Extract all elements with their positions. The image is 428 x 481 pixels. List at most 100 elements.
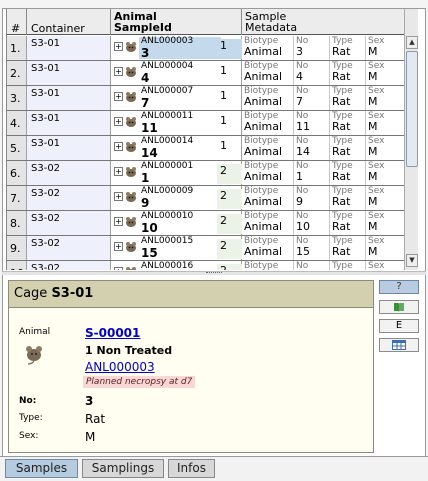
meta-no-value: 10 — [296, 220, 310, 233]
help-button[interactable]: ? — [379, 280, 419, 294]
table-view-button[interactable] — [379, 338, 419, 352]
tab-infos[interactable]: Infos — [168, 459, 215, 478]
row-number: 10. — [7, 261, 28, 270]
expand-icon[interactable]: + — [114, 217, 123, 226]
metadata-cell[interactable]: Biotype Animal No 7 Type Rat Sex M — [242, 86, 404, 110]
animal-cell[interactable]: + ANL000011 11 1 — [111, 111, 242, 135]
meta-no: No 15 — [294, 236, 330, 260]
table-row[interactable]: 5. S3-01 + ANL000014 14 1 Biotype Animal No 14 Typ… — [7, 136, 404, 161]
splitter-handle[interactable] — [2, 271, 426, 275]
metadata-cell[interactable]: Biotype Animal No 14 Type Rat Sex M — [242, 136, 404, 160]
study-link[interactable]: S-00001 — [85, 326, 140, 340]
book-button[interactable] — [379, 300, 419, 314]
table-row[interactable]: 4. S3-01 + ANL000011 11 1 Biotype Animal No 11 Typ… — [7, 111, 404, 136]
animal-cell[interactable]: + ANL000001 1 2 — [111, 161, 242, 185]
tab-samples[interactable]: Samples — [5, 459, 78, 478]
animal-number: 15 — [141, 246, 158, 260]
container-cell[interactable]: S3-02 — [27, 236, 111, 260]
expand-icon[interactable]: + — [114, 67, 123, 76]
meta-sex: SexM — [366, 211, 404, 235]
animal-cell[interactable]: + ANL000010 10 2 — [111, 211, 242, 235]
meta-biotype: BiotypeAnimal — [242, 61, 294, 85]
edit-button[interactable]: E — [379, 319, 419, 333]
sample-count: 2 — [217, 189, 242, 209]
container-cell[interactable]: S3-01 — [27, 136, 111, 160]
scroll-down-icon[interactable]: ▼ — [406, 254, 418, 267]
container-cell[interactable]: S3-02 — [27, 161, 111, 185]
expand-icon[interactable]: + — [114, 92, 123, 101]
table-row[interactable]: 7. S3-02 + ANL000009 9 2 Biotype Animal No 9 Type R… — [7, 186, 404, 211]
animal-cell[interactable]: +ANL000016162 — [111, 261, 242, 270]
metadata-cell[interactable]: Biotype Animal No 15 Type Rat Sex M — [242, 236, 404, 260]
meta-type: TypeRat — [330, 86, 366, 110]
sample-count: 1 — [220, 114, 227, 127]
expand-icon[interactable]: + — [114, 117, 123, 126]
animal-cell[interactable]: + ANL000015 15 2 — [111, 236, 242, 260]
table-row[interactable]: 9. S3-02 + ANL000015 15 2 Biotype Animal No 15 Typ… — [7, 236, 404, 261]
meta-sex: SexM — [366, 86, 404, 110]
vertical-scrollbar[interactable]: ▲ ▼ — [404, 9, 418, 270]
metadata-cell[interactable]: Biotype Animal No 10 Type Rat Sex M — [242, 211, 404, 235]
metadata-cell[interactable]: BiotypeAnimalNo16TypeRatSexM — [242, 261, 404, 270]
metadata-cell[interactable]: Biotype Animal No 4 Type Rat Sex M — [242, 61, 404, 85]
animal-cell[interactable]: + ANL000009 9 2 — [111, 186, 242, 210]
meta-biotype-value: Animal — [244, 195, 283, 208]
table-row[interactable]: 1. S3-01 + ANL000003 3 1 Biotype Animal No 3 Type R… — [7, 36, 404, 61]
animal-cell[interactable]: + ANL000004 4 1 — [111, 61, 242, 85]
header-animal[interactable]: Animal SampleId — [111, 9, 242, 35]
container-cell[interactable]: S3-01 — [27, 86, 111, 110]
animal-cell[interactable]: + ANL000003 3 1 — [111, 36, 242, 60]
meta-biotype-value: Animal — [244, 145, 283, 158]
rat-icon — [126, 217, 136, 227]
rat-icon — [126, 92, 136, 102]
header-num[interactable]: # — [7, 9, 27, 35]
meta-type: TypeRat — [330, 261, 366, 270]
tab-samplings[interactable]: Samplings — [82, 459, 164, 478]
detail-body: Animal S-00001 1 Non Treated ANL000003 P… — [9, 309, 373, 452]
meta-biotype-label: Biotype — [244, 261, 279, 270]
container-cell[interactable]: S3-01 — [27, 36, 111, 60]
sample-count: 1 — [220, 64, 227, 77]
animal-id: ANL000009 — [141, 186, 194, 196]
expand-icon[interactable]: + — [114, 192, 123, 201]
meta-type: TypeRat — [330, 211, 366, 235]
expand-icon[interactable]: + — [114, 42, 123, 51]
container-cell[interactable]: S3-01 — [27, 61, 111, 85]
animal-cell[interactable]: + ANL000007 7 1 — [111, 86, 242, 110]
sample-count: 2 — [217, 214, 242, 234]
scroll-thumb[interactable] — [406, 51, 418, 167]
animal-cell[interactable]: + ANL000014 14 1 — [111, 136, 242, 160]
table-row[interactable]: 8. S3-02 + ANL000010 10 2 Biotype Animal No 10 Typ… — [7, 211, 404, 236]
meta-no: No 1 — [294, 161, 330, 185]
meta-biotype: BiotypeAnimal — [242, 186, 294, 210]
meta-biotype-value: Animal — [244, 70, 283, 83]
metadata-cell[interactable]: Biotype Animal No 11 Type Rat Sex M — [242, 111, 404, 135]
metadata-cell[interactable]: Biotype Animal No 3 Type Rat Sex M — [242, 36, 404, 60]
metadata-cell[interactable]: Biotype Animal No 9 Type Rat Sex M — [242, 186, 404, 210]
container-cell[interactable]: S3-02 — [27, 261, 111, 270]
rat-icon — [126, 117, 136, 127]
table-row[interactable]: 3. S3-01 + ANL000007 7 1 Biotype Animal No 7 Type R… — [7, 86, 404, 111]
expand-icon[interactable]: + — [114, 267, 123, 270]
row-number: 3. — [7, 86, 27, 110]
animal-link[interactable]: ANL000003 — [85, 360, 155, 374]
sex-label: Sex: — [19, 431, 39, 441]
animal-number: 4 — [141, 71, 150, 85]
header-container[interactable]: Container — [27, 9, 111, 35]
container-cell[interactable]: S3-01 — [27, 111, 111, 135]
scroll-up-icon[interactable]: ▲ — [406, 36, 418, 49]
meta-biotype: BiotypeAnimal — [242, 261, 294, 270]
header-metadata-line2: Metadata — [245, 21, 298, 34]
expand-icon[interactable]: + — [114, 167, 123, 176]
meta-type-value: Rat — [332, 145, 351, 158]
header-metadata[interactable]: Sample Metadata — [242, 9, 404, 35]
container-cell[interactable]: S3-02 — [27, 186, 111, 210]
table-row[interactable]: 6. S3-02 + ANL000001 1 2 Biotype Animal No 1 Type R… — [7, 161, 404, 186]
table-row[interactable]: 10.S3-02+ANL000016162BiotypeAnimalNo16Ty… — [7, 261, 404, 270]
expand-icon[interactable]: + — [114, 142, 123, 151]
expand-icon[interactable]: + — [114, 242, 123, 251]
container-cell[interactable]: S3-02 — [27, 211, 111, 235]
table-row[interactable]: 2. S3-01 + ANL000004 4 1 Biotype Animal No 4 Type R… — [7, 61, 404, 86]
table-header: # Container Animal SampleId Sample Metad… — [7, 9, 404, 35]
metadata-cell[interactable]: Biotype Animal No 1 Type Rat Sex M — [242, 161, 404, 185]
